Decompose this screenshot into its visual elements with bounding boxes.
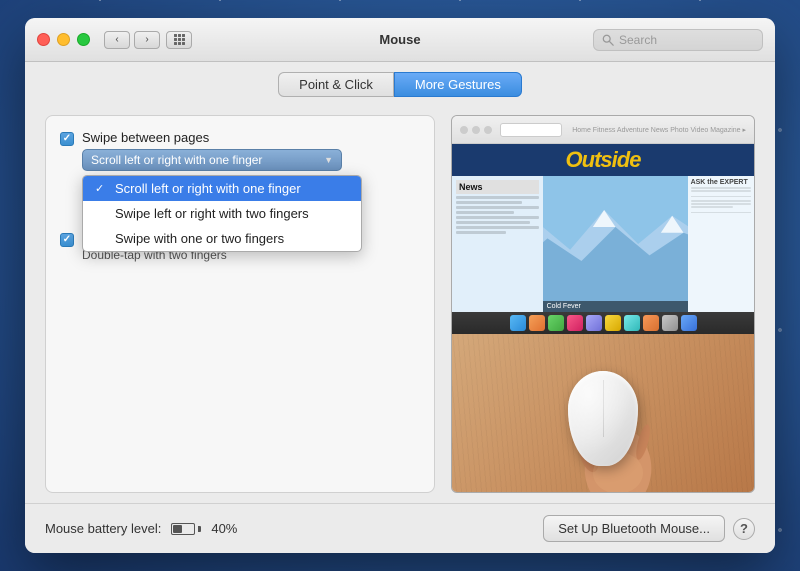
dock-icon-10 <box>681 315 697 331</box>
titlebar: ‹ › Mouse Search <box>25 18 775 62</box>
magazine-content: News <box>452 176 754 312</box>
magazine-photo: Cold Fever <box>543 176 688 312</box>
grid-button[interactable] <box>166 31 192 49</box>
browser-address-bar <box>500 123 562 137</box>
dock-icon-7 <box>624 315 640 331</box>
dock-icon-9 <box>662 315 678 331</box>
magazine-news-label: News <box>456 180 539 194</box>
bluetooth-setup-button[interactable]: Set Up Bluetooth Mouse... <box>543 515 725 542</box>
battery-percent: 40% <box>211 521 237 536</box>
magazine-title: Outside <box>566 147 641 172</box>
dropdown-selected-label: Scroll left or right with one finger <box>91 153 262 167</box>
battery-icon <box>171 523 201 535</box>
caption-bar: Cold Fever <box>543 301 688 312</box>
dock-icon-4 <box>567 315 583 331</box>
dropdown-menu: ✓ Scroll left or right with one finger S… <box>82 175 362 252</box>
bottom-bar: Mouse battery level: 40% Set Up Bluetoot… <box>25 503 775 553</box>
dock-icon-1 <box>510 315 526 331</box>
settings-panel: ✓ Swipe between pages Scroll left or rig… <box>45 115 435 493</box>
selected-check-icon: ✓ <box>95 182 109 195</box>
mac-dock <box>452 312 754 334</box>
battery-fill <box>173 525 182 533</box>
preview-panel: Home Fitness Adventure News Photo Video … <box>451 115 755 493</box>
mission-control-checkbox[interactable]: ✓ <box>60 233 74 247</box>
dropdown-item-one-or-two[interactable]: Swipe with one or two fingers <box>83 226 361 251</box>
dropdown-button[interactable]: Scroll left or right with one finger ▼ <box>82 149 342 171</box>
dock-icon-2 <box>529 315 545 331</box>
back-button[interactable]: ‹ <box>104 31 130 49</box>
dropdown-item-two-fingers[interactable]: Swipe left or right with two fingers <box>83 201 361 226</box>
magic-mouse <box>568 371 638 466</box>
window-title: Mouse <box>379 32 420 47</box>
dock-icon-3 <box>548 315 564 331</box>
battery-label: Mouse battery level: <box>45 521 161 536</box>
preferences-window: ‹ › Mouse Search Point & Click More Gest… <box>25 18 775 553</box>
mouse-photo-area <box>452 334 754 492</box>
search-icon <box>602 34 614 46</box>
battery-body <box>171 523 195 535</box>
help-button[interactable]: ? <box>733 518 755 540</box>
browser-dot-2 <box>472 126 480 134</box>
swipe-title: Swipe between pages <box>82 130 342 145</box>
mountain-svg <box>543 176 688 312</box>
browser-toolbar: Home Fitness Adventure News Photo Video … <box>452 116 754 144</box>
sidebar-item-1: ASK the EXPERT <box>691 179 751 197</box>
browser-dot-1 <box>460 126 468 134</box>
tabbar: Point & Click More Gestures <box>25 62 775 105</box>
dropdown-item-one-finger[interactable]: ✓ Scroll left or right with one finger <box>83 176 361 201</box>
tab-point-click[interactable]: Point & Click <box>278 72 394 97</box>
browser-dot-3 <box>484 126 492 134</box>
swipe-checkbox[interactable]: ✓ <box>60 132 74 146</box>
nav-buttons: ‹ › <box>104 31 160 49</box>
dock-icon-8 <box>643 315 659 331</box>
search-placeholder: Search <box>619 33 657 47</box>
mountain-image: Cold Fever <box>543 176 688 312</box>
forward-button[interactable]: › <box>134 31 160 49</box>
magazine-left-column: News <box>452 176 543 312</box>
dock-icon-6 <box>605 315 621 331</box>
swipe-between-pages-row: ✓ Swipe between pages Scroll left or rig… <box>60 130 420 171</box>
close-button[interactable] <box>37 33 50 46</box>
content-area: ✓ Swipe between pages Scroll left or rig… <box>25 105 775 553</box>
traffic-lights <box>37 33 90 46</box>
magazine-title-bar: Outside <box>452 144 754 176</box>
browser-tabs: Home Fitness Adventure News Photo Video … <box>572 126 746 134</box>
dropdown-container: Scroll left or right with one finger ▼ ✓… <box>82 149 342 171</box>
minimize-button[interactable] <box>57 33 70 46</box>
swipe-label-group: Swipe between pages Scroll left or right… <box>82 130 342 171</box>
caption-text: Cold Fever <box>547 303 581 310</box>
search-bar[interactable]: Search <box>593 29 763 51</box>
bottom-right-actions: Set Up Bluetooth Mouse... ? <box>543 515 755 542</box>
dock-icon-5 <box>586 315 602 331</box>
sidebar-item-2 <box>691 200 751 213</box>
magazine-sidebar: ASK the EXPERT <box>688 176 754 312</box>
chevron-down-icon: ▼ <box>324 155 333 165</box>
mouse-body <box>568 371 638 466</box>
maximize-button[interactable] <box>77 33 90 46</box>
tab-more-gestures[interactable]: More Gestures <box>394 72 522 97</box>
